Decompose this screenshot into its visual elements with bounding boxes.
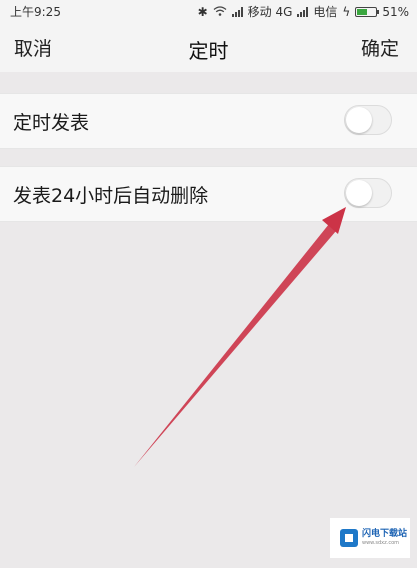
- status-bar: 上午9:25 ✱ 移动 4G 电信 ϟ 51%: [0, 0, 417, 22]
- setting-label-scheduled-publish: 定时发表: [13, 112, 90, 134]
- carrier-2-label: 电信: [313, 5, 338, 19]
- bluetooth-icon: ✱: [197, 4, 208, 19]
- charging-icon: ϟ: [342, 4, 351, 19]
- status-time: 上午9:25: [10, 5, 61, 19]
- auto-delete-toggle[interactable]: [344, 178, 392, 208]
- setting-row-scheduled-publish[interactable]: 定时发表: [0, 93, 417, 149]
- status-indicators: ✱ 移动 4G 电信 ϟ 51%: [198, 3, 409, 20]
- watermark-name: 闪电下载站: [362, 529, 408, 539]
- battery-level: [357, 8, 367, 15]
- arrow-shaft: [134, 224, 336, 467]
- wifi-icon: [213, 5, 227, 19]
- toggle-knob: [346, 107, 372, 133]
- battery-icon: [355, 6, 380, 17]
- carrier-1-label: 移动 4G: [247, 5, 293, 19]
- annotation-arrow: [134, 207, 346, 467]
- signal-icon: [231, 6, 243, 17]
- nav-bar: 取消 定时 确定: [0, 22, 417, 72]
- page-title: 定时: [188, 39, 229, 63]
- watermark: 闪电下载站 www.sdxz.com: [330, 518, 410, 558]
- watermark-site: www.sdxz.com: [362, 540, 400, 546]
- battery-percent: 51%: [382, 4, 409, 19]
- setting-label-auto-delete: 发表24小时后自动删除: [13, 185, 209, 207]
- setting-row-auto-delete[interactable]: 发表24小时后自动删除: [0, 166, 417, 222]
- toggle-knob: [346, 180, 372, 206]
- scheduled-publish-toggle[interactable]: [344, 105, 392, 135]
- signal-icon-2: [297, 6, 309, 17]
- watermark-logo-icon: [340, 529, 358, 547]
- confirm-button[interactable]: 确定: [361, 34, 399, 61]
